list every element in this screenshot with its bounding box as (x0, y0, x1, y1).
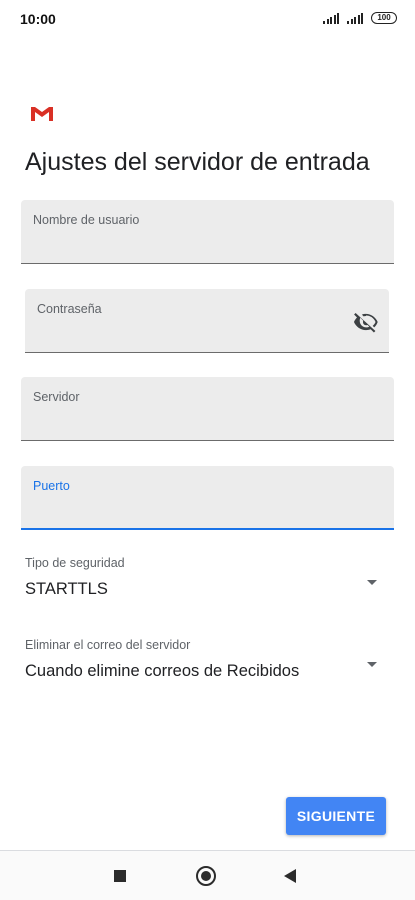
signal-icon-2 (347, 12, 363, 24)
delete-from-server-dropdown[interactable]: Eliminar el correo del servidor Cuando e… (25, 638, 383, 702)
status-bar: 10:00 100 (0, 0, 415, 38)
security-type-value: STARTTLS (25, 580, 108, 598)
signal-icon (323, 12, 339, 24)
back-icon[interactable] (284, 869, 296, 883)
navigation-bar (0, 850, 415, 900)
username-label: Nombre de usuario (33, 213, 140, 227)
security-type-dropdown[interactable]: Tipo de seguridad STARTTLS (25, 556, 383, 620)
incoming-server-settings-screen: 10:00 100 Ajustes del servidor de entrad… (0, 0, 415, 900)
delete-from-server-value: Cuando elimine correos de Recibidos (25, 662, 300, 680)
status-icons: 100 (323, 12, 397, 24)
home-icon[interactable] (196, 866, 216, 886)
port-field[interactable]: Puerto (21, 466, 394, 530)
eye-off-icon[interactable] (353, 309, 379, 335)
security-type-label: Tipo de seguridad (25, 556, 125, 570)
dropdown-arrow-icon (367, 580, 377, 585)
status-time: 10:00 (20, 11, 56, 27)
page-title: Ajustes del servidor de entrada (25, 148, 370, 176)
next-button[interactable]: SIGUIENTE (286, 797, 386, 835)
password-label: Contraseña (37, 302, 102, 316)
recent-apps-icon[interactable] (114, 870, 126, 882)
dropdown-arrow-icon (367, 662, 377, 667)
server-field[interactable]: Servidor (21, 377, 394, 441)
username-field[interactable]: Nombre de usuario (21, 200, 394, 264)
gmail-logo-icon (31, 107, 53, 121)
server-label: Servidor (33, 390, 80, 404)
delete-from-server-label: Eliminar el correo del servidor (25, 638, 191, 652)
battery-icon: 100 (371, 12, 397, 24)
password-field[interactable]: Contraseña (25, 289, 389, 353)
port-label: Puerto (33, 479, 70, 493)
